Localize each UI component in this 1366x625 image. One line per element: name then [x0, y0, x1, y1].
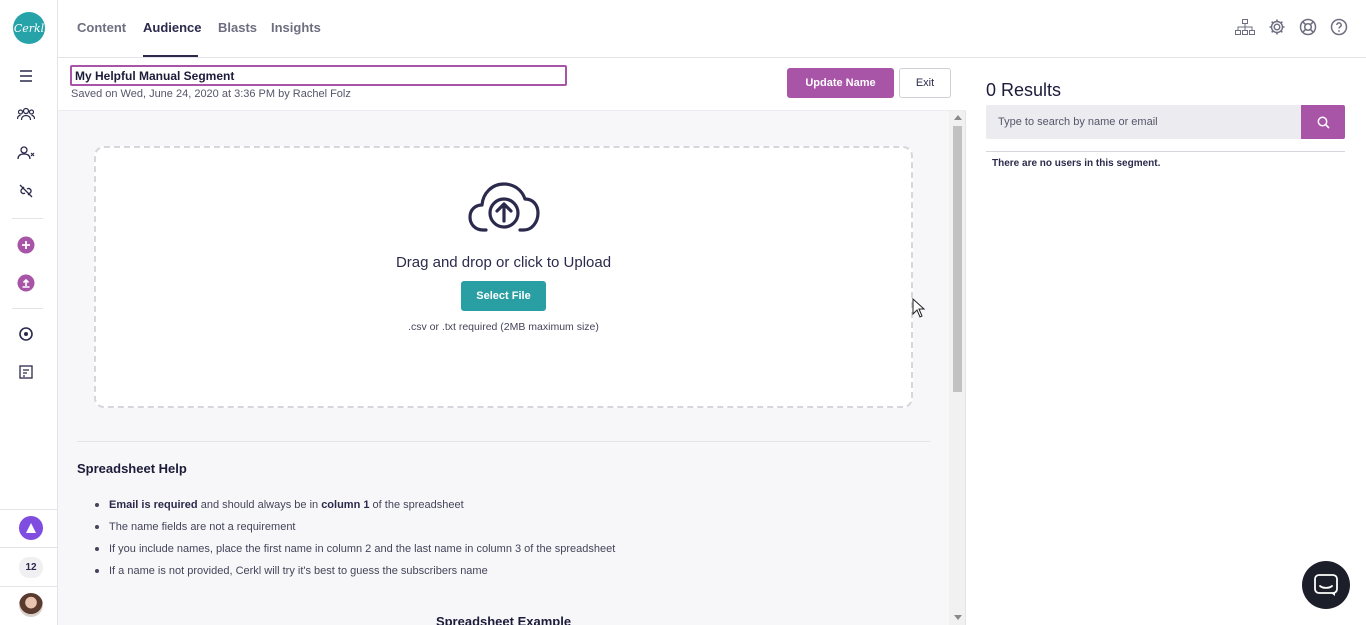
search-button[interactable]: [1301, 105, 1345, 139]
app-root: Cerkl 12 Content Audience Blasts Insight…: [0, 0, 1366, 625]
calendar-list-icon[interactable]: [16, 362, 36, 382]
spreadsheet-help-title: Spreadsheet Help: [77, 461, 187, 476]
tab-blasts[interactable]: Blasts: [218, 20, 257, 35]
sidebar-divider: [12, 218, 43, 219]
search-input[interactable]: [986, 105, 1302, 139]
exit-button[interactable]: Exit: [899, 68, 951, 98]
user-avatar[interactable]: [19, 593, 43, 617]
sidebar: Cerkl 12: [0, 0, 58, 625]
lifebuoy-icon[interactable]: [1298, 17, 1318, 37]
section-divider: [77, 441, 930, 442]
segment-name-input[interactable]: [70, 65, 567, 86]
gear-icon[interactable]: [1267, 17, 1287, 37]
add-circle-icon[interactable]: [16, 235, 36, 255]
search-icon: [1317, 116, 1330, 129]
chat-icon: [1314, 574, 1338, 596]
notification-count-badge[interactable]: 12: [19, 557, 43, 578]
results-divider: [986, 151, 1345, 152]
dropzone-instruction: Drag and drop or click to Upload: [395, 254, 612, 271]
sidebar-bottom-divider-3: [0, 586, 58, 587]
tab-audience[interactable]: Audience: [143, 20, 202, 35]
results-count: 0 Results: [986, 80, 1062, 100]
file-requirement-text: .csv or .txt required (2MB maximum size): [408, 321, 599, 333]
spreadsheet-help-list: Email is required and should always be i…: [94, 497, 615, 585]
spreadsheet-example-title: Spreadsheet Example: [435, 614, 572, 625]
scroll-thumb[interactable]: [953, 126, 962, 392]
menu-icon[interactable]: [16, 66, 36, 86]
tab-insights[interactable]: Insights: [271, 20, 321, 35]
help-item-name-columns: If you include names, place the first na…: [94, 541, 615, 563]
workspace-icon[interactable]: [19, 516, 43, 540]
chat-launcher-button[interactable]: [1302, 561, 1350, 609]
sidebar-divider-2: [12, 308, 43, 309]
upload-circle-icon[interactable]: [16, 273, 36, 293]
cerkl-logo[interactable]: Cerkl: [13, 12, 45, 44]
main-content: Drag and drop or click to Upload Select …: [58, 111, 949, 625]
main-scrollbar[interactable]: [949, 111, 966, 625]
users-icon[interactable]: [16, 104, 36, 124]
scroll-down-arrow[interactable]: [954, 615, 962, 620]
help-icon[interactable]: [1329, 17, 1349, 37]
sidebar-bottom-divider-2: [0, 547, 58, 548]
empty-results-text: There are no users in this segment.: [992, 158, 1161, 169]
tab-content[interactable]: Content: [77, 20, 126, 35]
top-navigation: Content Audience Blasts Insights: [58, 0, 1366, 58]
segment-header: Saved on Wed, June 24, 2020 at 3:36 PM b…: [58, 58, 966, 111]
upload-dropzone[interactable]: Drag and drop or click to Upload Select …: [94, 146, 913, 408]
cloud-upload-icon: [468, 182, 540, 232]
update-name-button[interactable]: Update Name: [787, 68, 894, 98]
mouse-cursor-icon: [912, 298, 926, 318]
active-tab-indicator: [143, 55, 198, 57]
select-file-button[interactable]: Select File: [461, 281, 546, 311]
target-icon[interactable]: [16, 324, 36, 344]
help-item-name-optional: The name fields are not a requirement: [94, 519, 615, 541]
help-item-name-guess: If a name is not provided, Cerkl will tr…: [94, 563, 615, 585]
scroll-up-arrow[interactable]: [954, 115, 962, 120]
sitemap-icon[interactable]: [1235, 17, 1255, 37]
saved-timestamp: Saved on Wed, June 24, 2020 at 3:36 PM b…: [71, 88, 351, 100]
help-item-email: Email is required and should always be i…: [94, 497, 615, 519]
unlink-icon[interactable]: [16, 181, 36, 201]
results-panel: 0 Results There are no users in this seg…: [966, 58, 1366, 625]
sidebar-bottom-divider: [0, 509, 58, 510]
user-remove-icon[interactable]: [16, 143, 36, 163]
